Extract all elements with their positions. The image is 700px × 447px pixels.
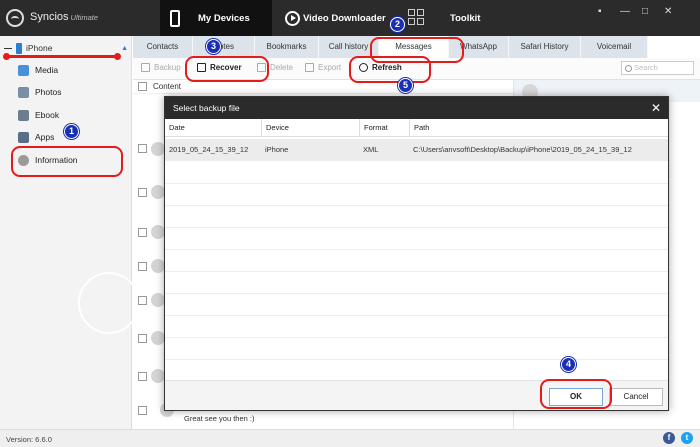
contact-avatar bbox=[151, 185, 165, 199]
row-checkbox[interactable] bbox=[138, 406, 147, 415]
facebook-icon[interactable]: f bbox=[663, 432, 675, 444]
refresh-icon bbox=[359, 63, 368, 72]
callout-badge-1: 1 bbox=[64, 124, 79, 139]
tab-bookmarks[interactable]: Bookmarks bbox=[255, 36, 319, 58]
backup-device: iPhone bbox=[265, 145, 289, 154]
contact-avatar bbox=[151, 142, 165, 156]
dialog-title: Select backup file bbox=[173, 103, 240, 113]
device-selector[interactable]: iPhone ▲ bbox=[4, 41, 128, 55]
sidebar-item-information[interactable]: Information bbox=[18, 152, 78, 168]
export-button[interactable]: Export bbox=[305, 63, 341, 72]
trash-icon bbox=[257, 63, 266, 72]
row-checkbox[interactable] bbox=[138, 144, 147, 153]
toolkit-grid-icon bbox=[408, 9, 424, 25]
column-path[interactable]: Path bbox=[409, 119, 668, 136]
sidebar-item-ebook[interactable]: Ebook bbox=[18, 107, 59, 123]
table-row[interactable]: 2019_05_24_15_39_12 iPhone XML C:\Users\… bbox=[165, 139, 668, 161]
backup-table-header: Date Device Format Path bbox=[165, 119, 668, 137]
column-date[interactable]: Date bbox=[165, 119, 261, 136]
backup-path: C:\Users\anvsoft\Desktop\Backup\iPhone\2… bbox=[413, 145, 632, 154]
collapse-icon[interactable] bbox=[4, 47, 12, 49]
tab-messages[interactable]: Messages bbox=[379, 36, 449, 58]
message-preview: Great see you then :) bbox=[184, 414, 255, 423]
menu-icon[interactable]: — bbox=[620, 6, 630, 17]
ok-button[interactable]: OK bbox=[549, 388, 603, 406]
sidebar: iPhone ▲ Media Photos Ebook Apps Informa… bbox=[0, 36, 132, 429]
refresh-button[interactable]: Refresh bbox=[359, 63, 402, 72]
export-icon bbox=[305, 63, 314, 72]
tab-safari-history[interactable]: Safari History bbox=[509, 36, 581, 58]
column-device[interactable]: Device bbox=[261, 119, 359, 136]
select-all-checkbox[interactable] bbox=[138, 82, 147, 91]
device-highlight-line bbox=[6, 55, 117, 58]
tab-whatsapp[interactable]: WhatsApp bbox=[449, 36, 509, 58]
tab-notes[interactable]: Notes bbox=[193, 36, 255, 58]
tab-contacts[interactable]: Contacts bbox=[133, 36, 193, 58]
contact-avatar bbox=[151, 259, 165, 273]
sidebar-item-media[interactable]: Media bbox=[18, 62, 58, 78]
contact-avatar bbox=[151, 225, 165, 239]
row-checkbox[interactable] bbox=[138, 372, 147, 381]
column-format[interactable]: Format bbox=[359, 119, 409, 136]
dialog-title-bar: Select backup file ✕ bbox=[165, 97, 668, 119]
book-icon bbox=[18, 109, 29, 121]
app-title: Syncios Ultimate bbox=[30, 11, 99, 23]
apps-icon bbox=[18, 131, 29, 143]
callout-badge-3: 3 bbox=[206, 39, 221, 54]
backup-format: XML bbox=[363, 145, 379, 154]
row-checkbox[interactable] bbox=[138, 296, 147, 305]
nav-video-downloader[interactable]: Video Downloader bbox=[285, 0, 405, 36]
music-icon bbox=[18, 64, 29, 76]
tab-voicemail[interactable]: Voicemail bbox=[581, 36, 648, 58]
status-bar: Version: 6.6.0 f t bbox=[0, 429, 700, 447]
version-label: Version: 6.6.0 bbox=[6, 435, 52, 444]
row-checkbox[interactable] bbox=[138, 228, 147, 237]
cancel-button[interactable]: Cancel bbox=[609, 388, 663, 406]
close-icon[interactable]: ✕ bbox=[651, 97, 661, 119]
title-bar: Syncios Ultimate My Devices Video Downloa… bbox=[0, 0, 700, 36]
syncios-logo-icon bbox=[6, 9, 24, 27]
select-backup-dialog: Select backup file ✕ Date Device Format … bbox=[164, 96, 669, 411]
nav-my-devices[interactable]: My Devices bbox=[160, 0, 272, 36]
row-checkbox[interactable] bbox=[138, 262, 147, 271]
dialog-footer: OK Cancel bbox=[165, 380, 668, 410]
list-header: Content bbox=[133, 80, 513, 94]
search-input[interactable]: Search bbox=[621, 61, 694, 75]
backup-date: 2019_05_24_15_39_12 bbox=[169, 145, 249, 154]
row-checkbox[interactable] bbox=[138, 188, 147, 197]
highlight-dot bbox=[3, 53, 10, 60]
twitter-icon[interactable]: t bbox=[681, 432, 693, 444]
maximize-icon[interactable]: ✕ bbox=[664, 6, 672, 17]
recover-button[interactable]: Recover bbox=[197, 63, 242, 72]
toolbar: Backup Recover Delete Export Refresh bbox=[133, 58, 700, 80]
sidebar-item-apps[interactable]: Apps bbox=[18, 129, 54, 145]
callout-badge-5: 5 bbox=[398, 78, 413, 93]
delete-button[interactable]: Delete bbox=[257, 63, 293, 72]
download-icon bbox=[197, 63, 206, 72]
feedback-icon[interactable]: ▪ bbox=[598, 6, 602, 17]
contact-avatar bbox=[151, 293, 165, 307]
sidebar-item-photos[interactable]: Photos bbox=[18, 84, 61, 100]
photos-icon bbox=[18, 86, 29, 98]
play-icon bbox=[285, 10, 300, 26]
contact-avatar bbox=[151, 331, 165, 345]
callout-badge-2: 2 bbox=[390, 17, 405, 32]
phone-icon bbox=[170, 9, 180, 27]
tab-call-history[interactable]: Call history bbox=[319, 36, 379, 58]
click-indicator bbox=[78, 272, 140, 334]
contact-avatar bbox=[151, 369, 165, 383]
info-icon bbox=[18, 154, 29, 166]
minimize-icon[interactable]: □ bbox=[642, 6, 648, 17]
backup-icon bbox=[141, 63, 150, 72]
device-name: iPhone bbox=[26, 43, 53, 53]
callout-badge-4: 4 bbox=[561, 357, 576, 372]
row-checkbox[interactable] bbox=[138, 334, 147, 343]
backup-button[interactable]: Backup bbox=[141, 63, 181, 72]
eject-icon[interactable]: ▲ bbox=[121, 45, 128, 52]
highlight-dot bbox=[114, 53, 121, 60]
device-phone-icon bbox=[16, 42, 22, 54]
nav-toolkit[interactable]: Toolkit bbox=[450, 0, 530, 36]
